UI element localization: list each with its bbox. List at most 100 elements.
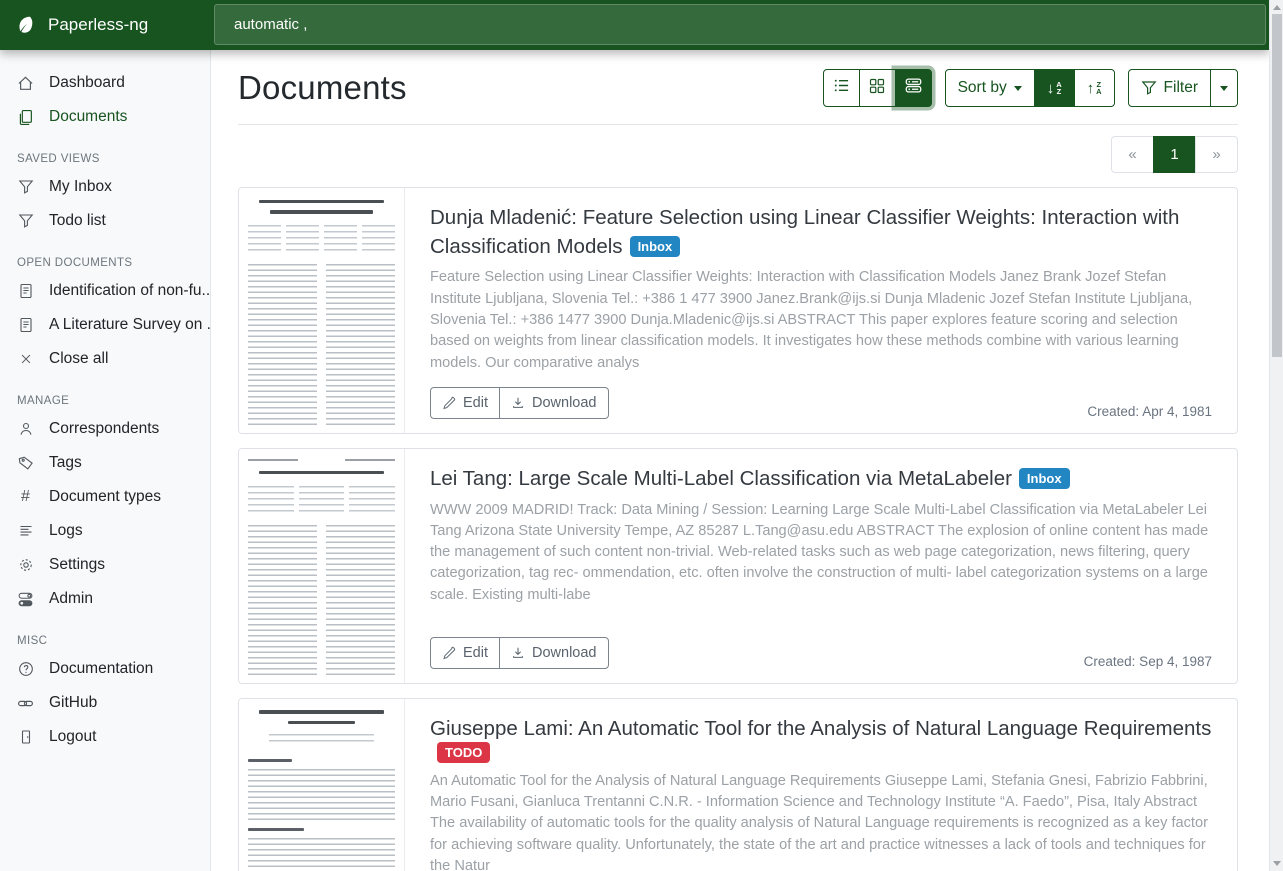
sidebar-item-label: Documents bbox=[49, 108, 127, 126]
funnel-icon bbox=[1141, 80, 1157, 96]
tag-badge[interactable]: Inbox bbox=[630, 236, 681, 257]
vertical-scrollbar[interactable] bbox=[1269, 0, 1283, 871]
sidebar-item-close-all[interactable]: Close all bbox=[0, 342, 210, 376]
pagination-prev-button[interactable]: « bbox=[1111, 136, 1154, 173]
scroll-down-arrow-icon[interactable] bbox=[1273, 861, 1281, 866]
sidebar-item-label: Logout bbox=[49, 728, 96, 746]
sidebar-item-settings[interactable]: Settings bbox=[0, 548, 210, 582]
funnel-icon bbox=[17, 213, 34, 230]
sidebar-item-logs[interactable]: Logs bbox=[0, 514, 210, 548]
sidebar-item-documents[interactable]: Documents bbox=[0, 100, 210, 134]
filter-group: Filter bbox=[1128, 69, 1238, 107]
funnel-icon bbox=[17, 179, 34, 196]
edit-button[interactable]: Edit bbox=[430, 387, 500, 419]
sidebar-item-label: Close all bbox=[49, 350, 108, 368]
card-actions: Edit Download bbox=[430, 387, 609, 419]
sidebar-item-label: Logs bbox=[49, 522, 83, 540]
pagination-next-button[interactable]: » bbox=[1195, 136, 1238, 173]
top-navbar: Paperless-ng bbox=[0, 0, 1269, 50]
edit-button[interactable]: Edit bbox=[430, 637, 500, 669]
sidebar-heading-misc: MISC bbox=[0, 616, 210, 652]
sidebar-item-label: Settings bbox=[49, 556, 105, 574]
leaf-icon bbox=[14, 14, 36, 36]
sort-descending-button[interactable]: ↑ZA bbox=[1074, 69, 1115, 107]
document-title-row: Dunja Mladenić: Feature Selection using … bbox=[430, 204, 1212, 261]
pagination-page-1-button[interactable]: 1 bbox=[1153, 136, 1196, 173]
filter-button[interactable]: Filter bbox=[1128, 69, 1211, 107]
sidebar-item-document-types[interactable]: # Document types bbox=[0, 480, 210, 514]
document-excerpt: Feature Selection using Linear Classifie… bbox=[430, 267, 1212, 373]
sidebar-item-github[interactable]: GitHub bbox=[0, 686, 210, 720]
download-button[interactable]: Download bbox=[499, 637, 609, 669]
search-input[interactable] bbox=[214, 4, 1266, 45]
sidebar-item-todo-list[interactable]: Todo list bbox=[0, 204, 210, 238]
sidebar-item-logout[interactable]: Logout bbox=[0, 720, 210, 754]
sidebar-item-tags[interactable]: Tags bbox=[0, 446, 210, 480]
hash-icon: # bbox=[17, 489, 34, 506]
edit-label: Edit bbox=[463, 395, 488, 411]
document-excerpt: WWW 2009 MADRID! Track: Data Mining / Se… bbox=[430, 500, 1212, 606]
edit-label: Edit bbox=[463, 645, 488, 661]
chevron-down-icon bbox=[1014, 86, 1022, 91]
file-text-icon bbox=[17, 317, 34, 334]
documents-icon bbox=[17, 109, 34, 126]
document-excerpt: An Automatic Tool for the Analysis of Na… bbox=[430, 771, 1212, 871]
main-content: Documents Sort by ↓AZ bbox=[211, 50, 1269, 871]
sidebar-item-label: My Inbox bbox=[49, 178, 112, 196]
sidebar-item-open-doc-1[interactable]: Identification of non-fu... bbox=[0, 274, 210, 308]
document-title-row: Giuseppe Lami: An Automatic Tool for the… bbox=[430, 715, 1212, 765]
list-view-button[interactable] bbox=[823, 69, 860, 107]
download-icon bbox=[511, 396, 525, 410]
sidebar-item-dashboard[interactable]: Dashboard bbox=[0, 66, 210, 100]
sidebar-heading-manage: MANAGE bbox=[0, 376, 210, 412]
tag-badge[interactable]: TODO bbox=[437, 742, 490, 763]
document-thumbnail[interactable] bbox=[239, 699, 405, 871]
sort-group: Sort by ↓AZ ↑ZA bbox=[945, 69, 1115, 107]
sidebar-heading-open-documents: OPEN DOCUMENTS bbox=[0, 238, 210, 274]
document-thumbnail[interactable] bbox=[239, 188, 405, 433]
brand-name: Paperless-ng bbox=[48, 15, 148, 35]
download-button[interactable]: Download bbox=[499, 387, 609, 419]
document-title-link[interactable]: Dunja Mladenić: Feature Selection using … bbox=[430, 206, 1179, 258]
sidebar-item-label: Tags bbox=[49, 454, 82, 472]
document-title-link[interactable]: Lei Tang: Large Scale Multi-Label Classi… bbox=[430, 467, 1012, 490]
sort-ascending-button[interactable]: ↓AZ bbox=[1034, 69, 1075, 107]
page-title: Documents bbox=[238, 69, 407, 107]
sort-by-label: Sort by bbox=[958, 79, 1007, 97]
document-thumbnail[interactable] bbox=[239, 449, 405, 683]
scrollbar-thumb[interactable] bbox=[1272, 14, 1282, 357]
scroll-up-arrow-icon[interactable] bbox=[1273, 5, 1281, 10]
sidebar-heading-saved-views: SAVED VIEWS bbox=[0, 134, 210, 170]
details-view-icon bbox=[905, 77, 922, 99]
sidebar: Dashboard Documents SAVED VIEWS My Inbox… bbox=[0, 50, 211, 871]
sidebar-item-label: GitHub bbox=[49, 694, 97, 712]
door-icon bbox=[17, 729, 34, 746]
arrow-up-z-a-icon: ↑ZA bbox=[1087, 81, 1102, 96]
sidebar-item-label: A Literature Survey on ... bbox=[49, 316, 210, 334]
sidebar-item-my-inbox[interactable]: My Inbox bbox=[0, 170, 210, 204]
filter-dropdown-button[interactable] bbox=[1210, 69, 1238, 107]
person-icon bbox=[17, 421, 34, 438]
pencil-icon bbox=[442, 646, 456, 660]
sort-by-button[interactable]: Sort by bbox=[945, 69, 1035, 107]
download-label: Download bbox=[532, 645, 597, 661]
sidebar-item-correspondents[interactable]: Correspondents bbox=[0, 412, 210, 446]
sidebar-item-documentation[interactable]: Documentation bbox=[0, 652, 210, 686]
tag-badge[interactable]: Inbox bbox=[1019, 468, 1070, 489]
link-icon bbox=[17, 695, 34, 712]
brand[interactable]: Paperless-ng bbox=[0, 0, 211, 50]
file-text-icon bbox=[17, 283, 34, 300]
download-icon bbox=[511, 646, 525, 660]
filter-label: Filter bbox=[1164, 79, 1198, 97]
toolbar: Sort by ↓AZ ↑ZA Filter bbox=[823, 69, 1238, 107]
sidebar-item-open-doc-2[interactable]: A Literature Survey on ... bbox=[0, 308, 210, 342]
chevron-down-icon bbox=[1220, 86, 1228, 91]
sidebar-item-admin[interactable]: Admin bbox=[0, 582, 210, 616]
document-title-link[interactable]: Giuseppe Lami: An Automatic Tool for the… bbox=[430, 717, 1211, 740]
tag-icon bbox=[17, 455, 34, 472]
pagination: « 1 » bbox=[238, 136, 1238, 173]
document-title-row: Lei Tang: Large Scale Multi-Label Classi… bbox=[430, 465, 1212, 494]
sidebar-item-label: Identification of non-fu... bbox=[49, 282, 210, 300]
details-view-button[interactable] bbox=[895, 69, 932, 107]
grid-view-button[interactable] bbox=[859, 69, 896, 107]
